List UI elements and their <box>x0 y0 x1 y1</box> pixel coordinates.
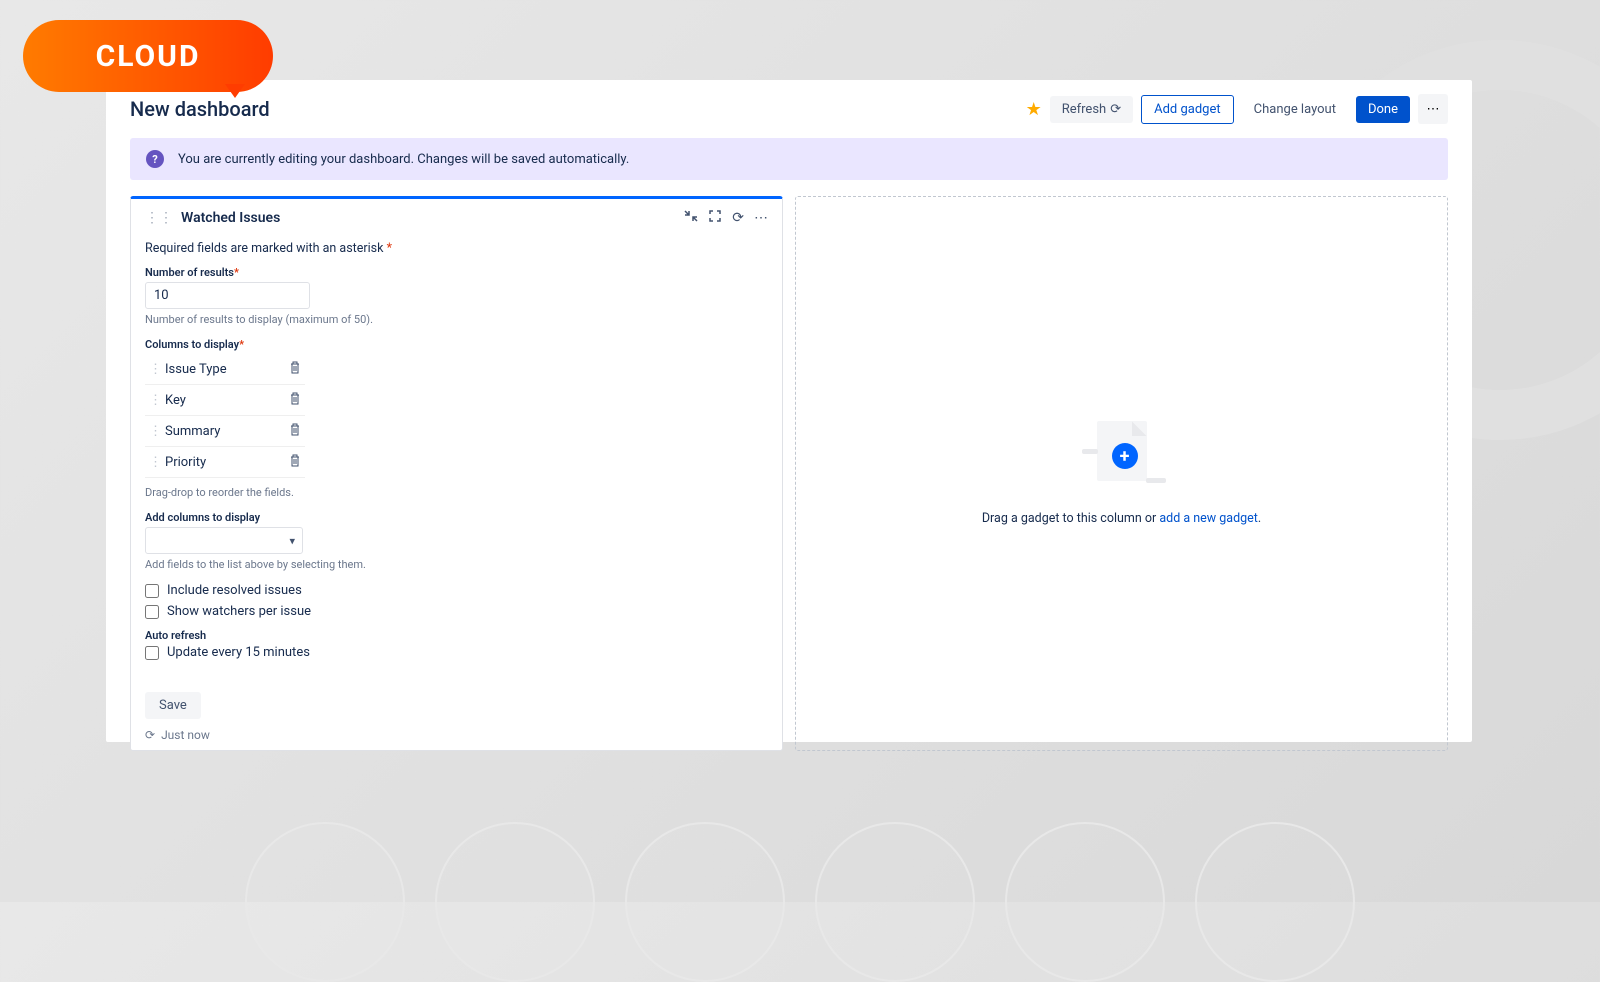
header-actions: ★ Refresh ⟳ Add gadget Change layout Don… <box>1026 94 1448 124</box>
show-watchers-checkbox[interactable] <box>145 605 159 619</box>
gadget-dropzone[interactable]: + Drag a gadget to this column or add a … <box>795 196 1448 751</box>
column-item[interactable]: ⋮ Summary <box>145 416 305 447</box>
trash-icon[interactable] <box>289 454 301 470</box>
more-icon: ⋯ <box>1427 102 1440 117</box>
footer-status-text: Just now <box>161 728 210 742</box>
number-of-results-label: Number of results* <box>145 266 768 279</box>
drag-handle-icon[interactable]: ⋮ <box>149 393 157 408</box>
add-columns-select[interactable] <box>145 527 303 554</box>
show-watchers-row: Show watchers per issue <box>145 604 768 619</box>
gadget-more-icon[interactable]: ⋯ <box>754 210 768 226</box>
add-columns-help: Add fields to the list above by selectin… <box>145 558 768 571</box>
dropzone-illustration: + <box>1082 421 1162 491</box>
add-gadget-button[interactable]: Add gadget <box>1141 95 1234 124</box>
dashboard-columns: ⋮⋮ Watched Issues ⟳ ⋯ Required fields a <box>130 196 1448 751</box>
refresh-button[interactable]: Refresh ⟳ <box>1050 96 1133 123</box>
required-hint: Required fields are marked with an aster… <box>145 241 768 256</box>
gadget-title-wrap: ⋮⋮ Watched Issues <box>145 210 280 226</box>
column-item[interactable]: ⋮ Key <box>145 385 305 416</box>
gadget-title: Watched Issues <box>181 210 280 226</box>
refresh-label: Refresh <box>1062 102 1106 117</box>
column-name: Key <box>165 393 186 408</box>
add-new-gadget-link[interactable]: add a new gadget <box>1159 511 1258 526</box>
header: New dashboard ★ Refresh ⟳ Add gadget Cha… <box>130 94 1448 124</box>
dropzone-text: Drag a gadget to this column or add a ne… <box>982 511 1261 526</box>
refresh-icon: ⟳ <box>1110 102 1121 117</box>
more-actions-button[interactable]: ⋯ <box>1418 94 1448 124</box>
add-columns-label: Add columns to display <box>145 511 768 524</box>
update-every-checkbox[interactable] <box>145 646 159 660</box>
info-icon: ? <box>146 150 164 168</box>
done-button[interactable]: Done <box>1356 96 1410 123</box>
gadget-card-watched-issues: ⋮⋮ Watched Issues ⟳ ⋯ Required fields a <box>130 196 783 751</box>
star-icon[interactable]: ★ <box>1026 99 1042 120</box>
columns-to-display-label: Columns to display* <box>145 338 768 351</box>
trash-icon[interactable] <box>289 392 301 408</box>
column-name: Summary <box>165 424 220 439</box>
gadget-body: Required fields are marked with an aster… <box>131 237 782 720</box>
drag-handle-icon[interactable]: ⋮ <box>149 424 157 439</box>
column-name: Issue Type <box>165 362 227 377</box>
refresh-status-icon: ⟳ <box>145 728 155 742</box>
add-columns-field: Add columns to display Add fields to the… <box>145 511 768 571</box>
drag-handle-icon[interactable]: ⋮ <box>149 362 157 377</box>
change-layout-button[interactable]: Change layout <box>1242 96 1348 123</box>
refresh-gadget-icon[interactable]: ⟳ <box>732 210 744 226</box>
auto-refresh-field: Auto refresh Update every 15 minutes <box>145 629 768 660</box>
show-watchers-label[interactable]: Show watchers per issue <box>167 604 311 619</box>
trash-icon[interactable] <box>289 361 301 377</box>
gadget-actions: ⟳ ⋯ <box>684 209 768 227</box>
minimize-icon[interactable] <box>684 209 698 227</box>
update-every-label[interactable]: Update every 15 minutes <box>167 645 310 660</box>
cloud-badge: CLOUD <box>23 20 273 92</box>
number-of-results-input[interactable] <box>145 282 310 309</box>
gadget-header: ⋮⋮ Watched Issues ⟳ ⋯ <box>131 199 782 237</box>
asterisk: * <box>387 241 392 256</box>
columns-to-display-field: Columns to display* ⋮ Issue Type <box>145 338 768 499</box>
save-button[interactable]: Save <box>145 692 201 719</box>
app-window: New dashboard ★ Refresh ⟳ Add gadget Cha… <box>106 80 1472 742</box>
number-of-results-help: Number of results to display (maximum of… <box>145 313 768 326</box>
info-text: You are currently editing your dashboard… <box>178 152 629 167</box>
columns-help: Drag-drop to reorder the fields. <box>145 486 768 499</box>
maximize-icon[interactable] <box>708 209 722 227</box>
include-resolved-row: Include resolved issues <box>145 583 768 598</box>
column-item[interactable]: ⋮ Issue Type <box>145 354 305 385</box>
include-resolved-checkbox[interactable] <box>145 584 159 598</box>
drag-handle-icon[interactable]: ⋮ <box>149 455 157 470</box>
cloud-badge-label: CLOUD <box>96 39 201 74</box>
column-name: Priority <box>165 455 206 470</box>
number-of-results-field: Number of results* Number of results to … <box>145 266 768 326</box>
column-item[interactable]: ⋮ Priority <box>145 447 305 478</box>
info-banner: ? You are currently editing your dashboa… <box>130 138 1448 180</box>
gadget-footer: ⟳ Just now <box>131 720 782 750</box>
drag-handle-icon[interactable]: ⋮⋮ <box>145 211 173 225</box>
plus-icon: + <box>1112 443 1138 469</box>
auto-refresh-label: Auto refresh <box>145 629 768 642</box>
background-circles <box>0 822 1600 982</box>
trash-icon[interactable] <box>289 423 301 439</box>
page-title: New dashboard <box>130 97 270 121</box>
include-resolved-label[interactable]: Include resolved issues <box>167 583 302 598</box>
